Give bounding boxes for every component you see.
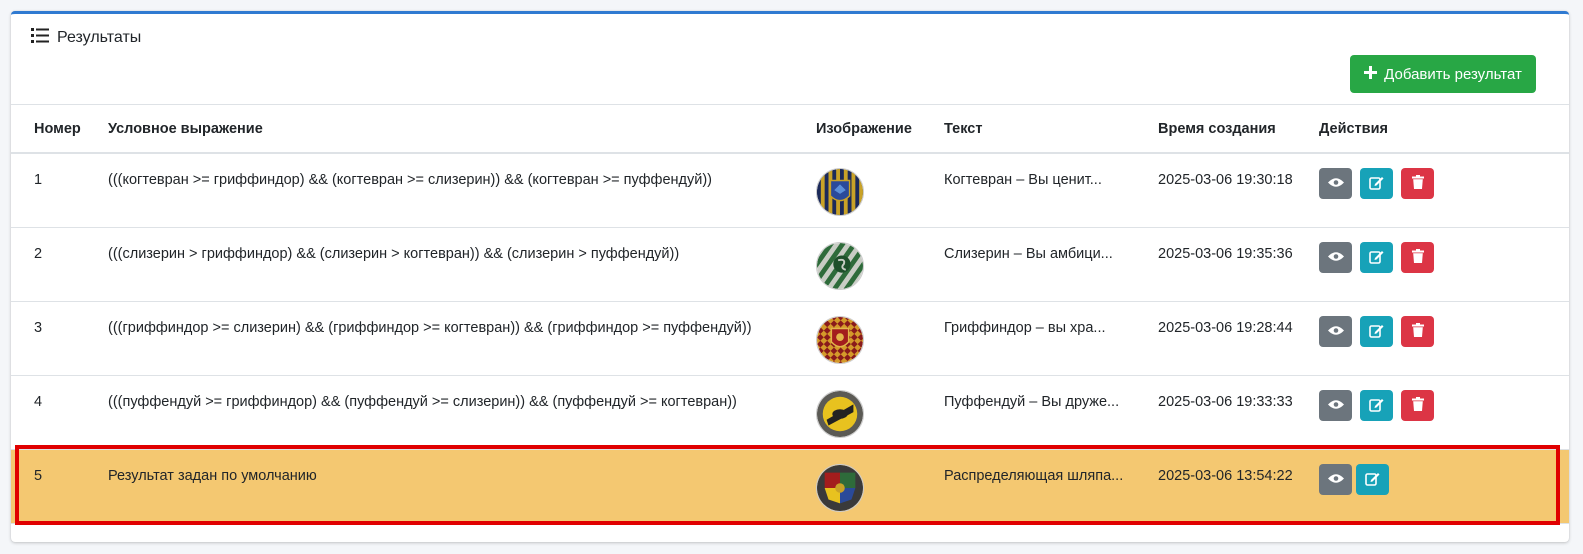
row-number: 4 bbox=[34, 394, 43, 410]
slytherin-crest-image bbox=[816, 242, 864, 290]
eye-icon bbox=[1327, 472, 1344, 487]
table-row: 2 (((слизерин > гриффиндор) && (слизерин… bbox=[11, 227, 1569, 302]
row-number: 5 bbox=[34, 468, 43, 484]
list-icon bbox=[31, 28, 49, 48]
edit-button[interactable] bbox=[1360, 316, 1393, 347]
view-button[interactable] bbox=[1319, 168, 1352, 199]
row-expression: (((пуффендуй >= гриффиндор) && (пуффенду… bbox=[108, 394, 737, 410]
ravenclaw-crest-image bbox=[816, 168, 864, 216]
edit-icon bbox=[1369, 323, 1384, 341]
gryffindor-crest-image bbox=[816, 316, 864, 364]
row-number: 2 bbox=[34, 246, 43, 262]
edit-icon bbox=[1369, 249, 1384, 267]
row-expression: (((когтевран >= гриффиндор) && (когтевра… bbox=[108, 172, 713, 188]
trash-icon bbox=[1411, 249, 1424, 266]
card-header: Результаты Добавить результат bbox=[11, 14, 1569, 105]
edit-icon bbox=[1365, 471, 1380, 489]
results-card: Результаты Добавить результат Номер Усло… bbox=[11, 11, 1569, 542]
row-created-time: 2025-03-06 19:28:44 bbox=[1158, 320, 1293, 336]
table-row: 1 (((когтевран >= гриффиндор) && (когтев… bbox=[11, 153, 1569, 228]
edit-button[interactable] bbox=[1360, 168, 1393, 199]
row-text: Когтевран – Вы ценит... bbox=[944, 172, 1102, 188]
header-text: Текст bbox=[944, 106, 1158, 154]
row-created-time: 2025-03-06 19:33:33 bbox=[1158, 394, 1293, 410]
eye-icon bbox=[1327, 176, 1344, 191]
row-expression: (((слизерин > гриффиндор) && (слизерин >… bbox=[108, 246, 680, 262]
header-actions: Действия bbox=[1319, 106, 1569, 154]
view-button[interactable] bbox=[1319, 464, 1352, 495]
row-created-time: 2025-03-06 19:35:36 bbox=[1158, 246, 1293, 262]
table-row: 3 (((гриффиндор >= слизерин) && (гриффин… bbox=[11, 301, 1569, 376]
delete-button[interactable] bbox=[1401, 316, 1434, 347]
delete-button[interactable] bbox=[1401, 390, 1434, 421]
header-number: Номер bbox=[11, 106, 108, 154]
row-created-time: 2025-03-06 13:54:22 bbox=[1158, 468, 1293, 484]
hogwarts-crest-image bbox=[816, 464, 864, 512]
delete-button[interactable] bbox=[1401, 168, 1434, 199]
trash-icon bbox=[1411, 175, 1424, 192]
row-number: 3 bbox=[34, 320, 43, 336]
row-expression: (((гриффиндор >= слизерин) && (гриффиндо… bbox=[108, 320, 752, 336]
view-button[interactable] bbox=[1319, 242, 1352, 273]
plus-icon bbox=[1364, 65, 1378, 83]
row-created-time: 2025-03-06 19:30:18 bbox=[1158, 172, 1293, 188]
card-title-text: Результаты bbox=[57, 29, 142, 46]
eye-icon bbox=[1327, 324, 1344, 339]
eye-icon bbox=[1327, 398, 1344, 413]
row-text: Пуффендуй – Вы друже... bbox=[944, 394, 1120, 410]
edit-button[interactable] bbox=[1360, 390, 1393, 421]
row-text: Слизерин – Вы амбици... bbox=[944, 246, 1113, 262]
hufflepuff-crest-image bbox=[816, 390, 864, 438]
table-row: 4 (((пуффендуй >= гриффиндор) && (пуффен… bbox=[11, 375, 1569, 450]
view-button[interactable] bbox=[1319, 390, 1352, 421]
table-row-default: 5 Результат задан по умолчанию Распредел… bbox=[11, 449, 1569, 524]
view-button[interactable] bbox=[1319, 316, 1352, 347]
results-table: Номер Условное выражение Изображение Тек… bbox=[11, 106, 1569, 524]
header-expression: Условное выражение bbox=[108, 106, 816, 154]
edit-icon bbox=[1369, 397, 1384, 415]
edit-icon bbox=[1369, 175, 1384, 193]
card-title: Результаты bbox=[31, 28, 141, 48]
edit-button[interactable] bbox=[1356, 464, 1389, 495]
row-number: 1 bbox=[34, 172, 43, 188]
row-expression: Результат задан по умолчанию bbox=[108, 468, 317, 484]
header-created-time: Время создания bbox=[1158, 106, 1319, 154]
header-image: Изображение bbox=[816, 106, 944, 154]
eye-icon bbox=[1327, 250, 1344, 265]
edit-button[interactable] bbox=[1360, 242, 1393, 273]
trash-icon bbox=[1411, 397, 1424, 414]
trash-icon bbox=[1411, 323, 1424, 340]
table-header-row: Номер Условное выражение Изображение Тек… bbox=[11, 106, 1569, 154]
add-result-label: Добавить результат bbox=[1384, 65, 1522, 83]
delete-button[interactable] bbox=[1401, 242, 1434, 273]
row-text: Гриффиндор – вы хра... bbox=[944, 320, 1106, 336]
row-text: Распределяющая шляпа... bbox=[944, 468, 1124, 484]
add-result-button[interactable]: Добавить результат bbox=[1350, 55, 1536, 93]
